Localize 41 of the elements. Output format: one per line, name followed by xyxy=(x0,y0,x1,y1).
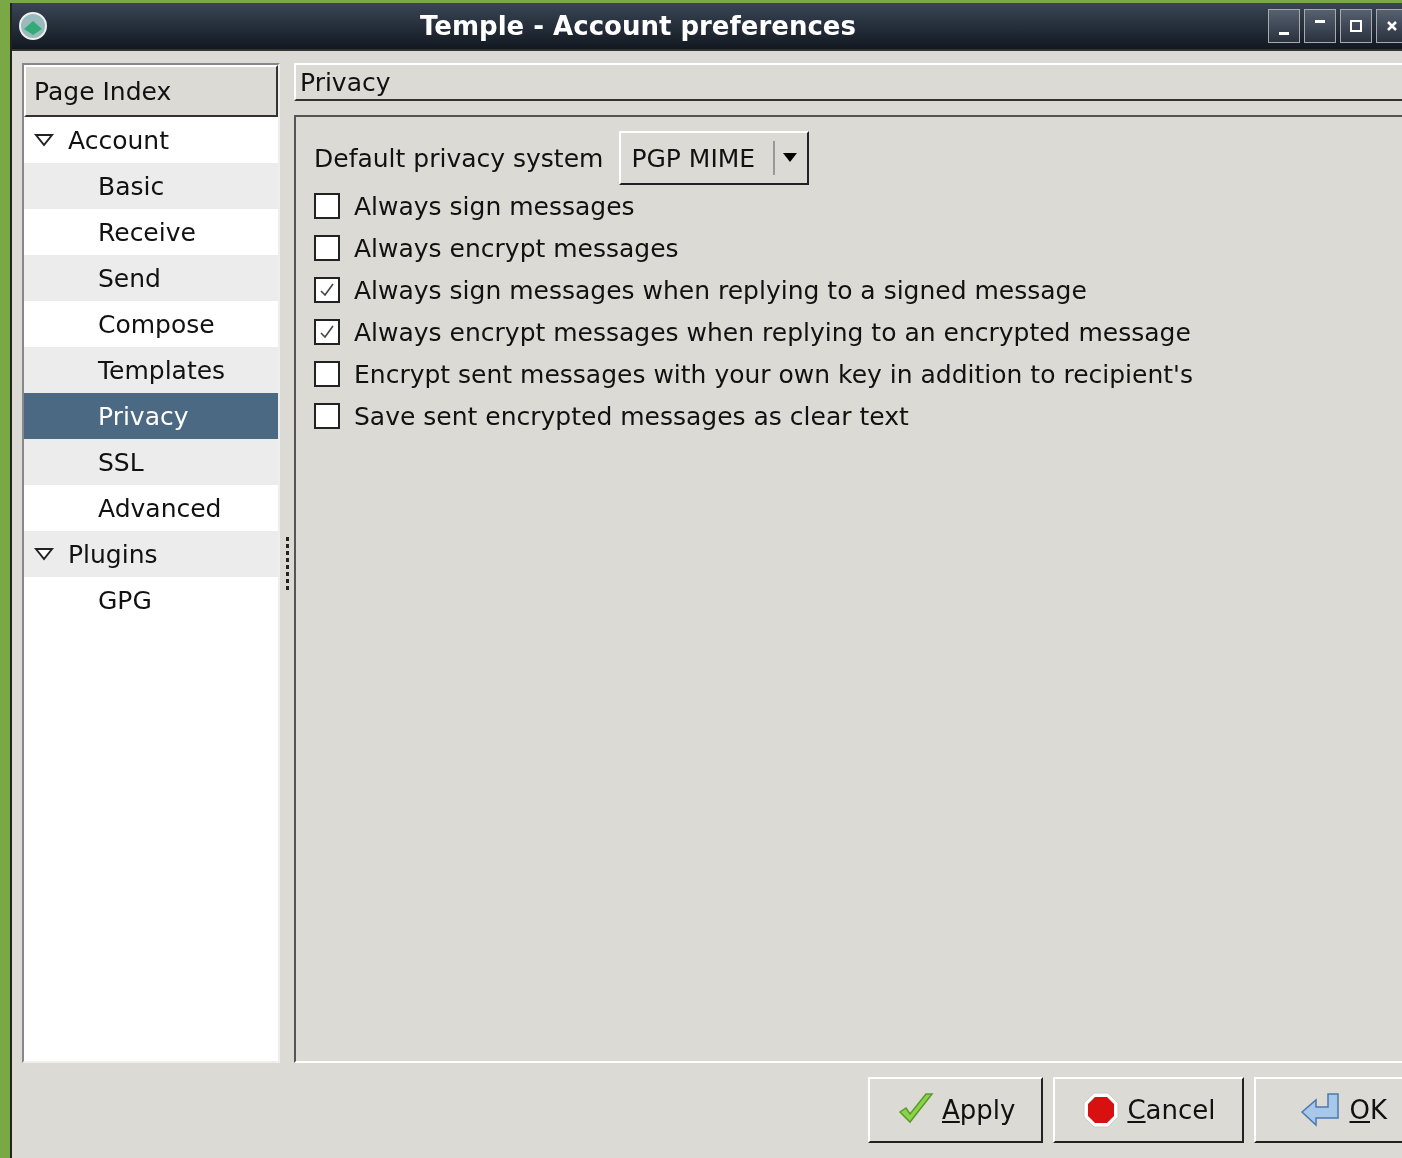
tree-item[interactable]: Templates xyxy=(24,347,278,393)
shade-button[interactable] xyxy=(1304,9,1336,43)
tree-item[interactable]: SSL xyxy=(24,439,278,485)
checkbox-label[interactable]: Always encrypt messages when replying to an encrypted message xyxy=(354,317,1191,347)
app-icon xyxy=(18,11,48,41)
tree-item[interactable]: Compose xyxy=(24,301,278,347)
column-header[interactable]: Page Index xyxy=(24,65,278,117)
checkbox[interactable] xyxy=(314,361,340,387)
tree-item[interactable]: Account xyxy=(24,117,278,163)
checkbox[interactable] xyxy=(314,403,340,429)
page-title: Privacy xyxy=(294,63,1402,101)
checkbox[interactable] xyxy=(314,277,340,303)
privacy-system-dropdown[interactable]: PGP MIME xyxy=(619,131,810,185)
tree-item[interactable]: Basic xyxy=(24,163,278,209)
tree-item[interactable]: GPG xyxy=(24,577,278,623)
checkbox-label[interactable]: Always encrypt messages xyxy=(354,233,679,263)
minimize-button[interactable] xyxy=(1268,9,1300,43)
dialog-button[interactable]: Apply xyxy=(868,1077,1044,1143)
stop-icon xyxy=(1081,1090,1122,1130)
checkbox[interactable] xyxy=(314,235,340,261)
close-button[interactable] xyxy=(1376,9,1402,43)
tree-item[interactable]: Plugins xyxy=(24,531,278,577)
dialog-button[interactable]: Cancel xyxy=(1053,1077,1244,1143)
expander-icon[interactable] xyxy=(34,547,54,561)
checkbox-label[interactable]: Save sent encrypted messages as clear text xyxy=(354,401,909,431)
close-icon xyxy=(1387,21,1397,31)
tree-item[interactable]: Privacy xyxy=(24,393,278,439)
tree-item[interactable]: Receive xyxy=(24,209,278,255)
tree-item[interactable]: Send xyxy=(24,255,278,301)
field-label: Default privacy system xyxy=(314,143,604,173)
expander-icon[interactable] xyxy=(34,133,54,147)
dialog-button[interactable]: OK xyxy=(1253,1077,1402,1143)
dropdown-arrow-icon xyxy=(783,153,798,163)
checkbox[interactable] xyxy=(314,319,340,345)
checkbox-label[interactable]: Always sign messages when replying to a signed message xyxy=(354,275,1087,305)
window-title: Temple - Account preferences xyxy=(419,11,857,41)
checkbox[interactable] xyxy=(314,193,340,219)
maximize-button[interactable] xyxy=(1340,9,1372,43)
tree-item[interactable]: Advanced xyxy=(24,485,278,531)
checkbox-label[interactable]: Always sign messages xyxy=(354,191,635,221)
checkbox-label[interactable]: Encrypt sent messages with your own key in addition to recipient's xyxy=(354,359,1193,389)
